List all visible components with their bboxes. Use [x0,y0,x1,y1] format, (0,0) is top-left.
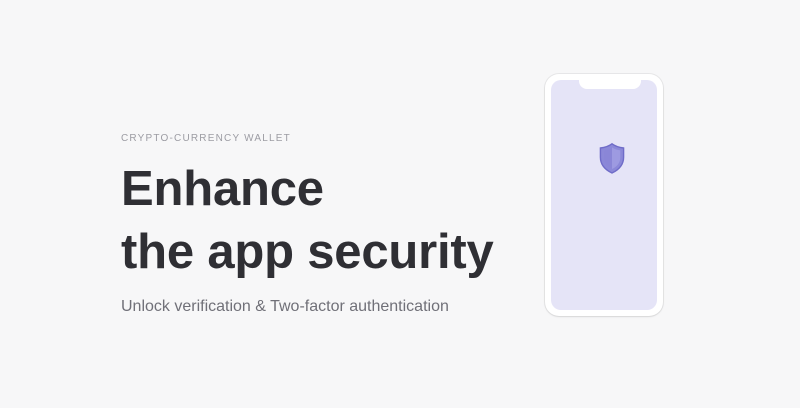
phone-screen [551,80,657,310]
eyebrow-text: CRYPTO-CURRENCY WALLET [121,133,291,144]
headline-line-1: Enhance [121,162,324,216]
hero-subtitle: Unlock verification & Two-factor authent… [121,298,449,315]
hero-section: CRYPTO-CURRENCY WALLET Enhance the app s… [0,0,800,408]
phone-notch [579,80,641,89]
shield-icon [598,142,626,174]
headline-line-2: the app security [121,225,494,279]
hero-copy: CRYPTO-CURRENCY WALLET Enhance the app s… [121,132,511,318]
phone-illustration [545,74,663,316]
hero-headline: Enhance the app security [121,158,511,284]
